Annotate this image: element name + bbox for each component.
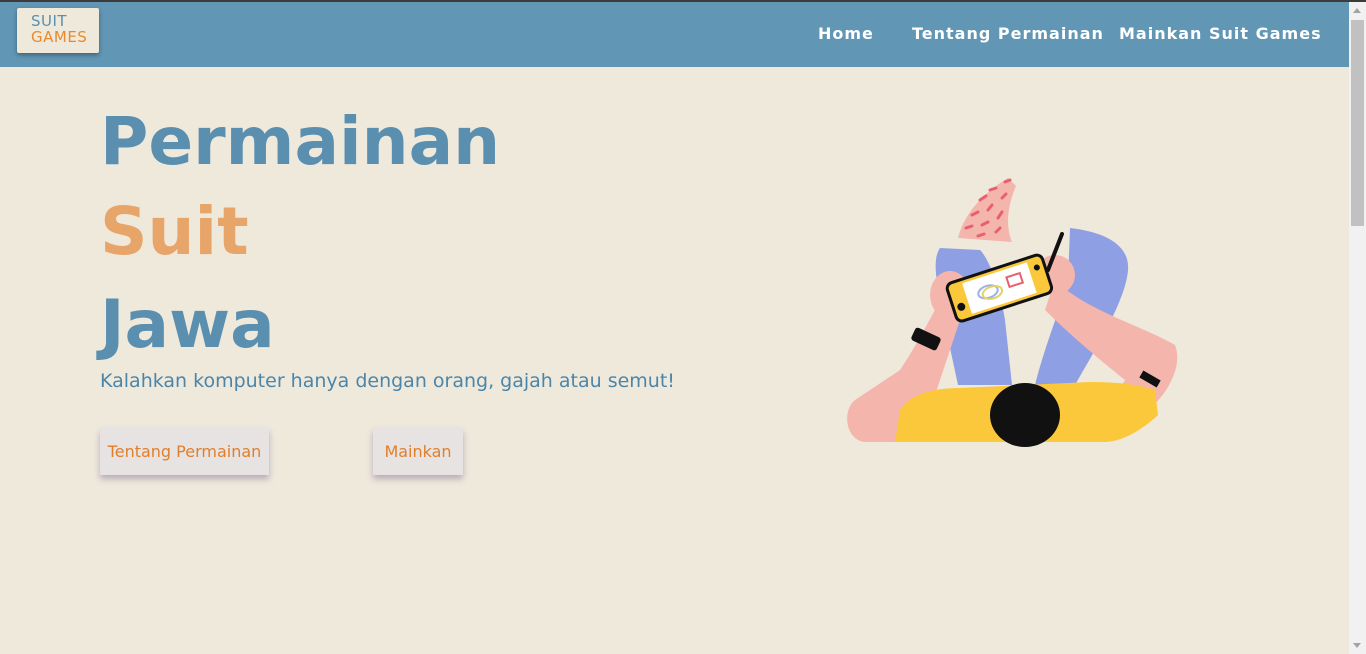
- about-game-button[interactable]: Tentang Permainan: [100, 428, 269, 475]
- scroll-up-arrow-icon[interactable]: [1353, 8, 1361, 13]
- scroll-down-arrow-icon[interactable]: [1353, 643, 1361, 648]
- nav-link-tentang-permainan[interactable]: Tentang Permainan: [912, 24, 1104, 43]
- nav-link-mainkan-suit-games[interactable]: Mainkan Suit Games: [1119, 24, 1322, 43]
- person-playing-game-illustration: [847, 178, 1178, 447]
- navbar: SUIT GAMES Home Tentang Permainan Mainka…: [0, 2, 1349, 67]
- hero-subtitle: Kalahkan komputer hanya dengan orang, ga…: [100, 370, 675, 392]
- play-button[interactable]: Mainkan: [373, 428, 463, 475]
- hero-title-line-1: Permainan: [100, 103, 501, 180]
- nav-link-home[interactable]: Home: [818, 24, 874, 43]
- site-logo[interactable]: SUIT GAMES: [17, 8, 99, 53]
- logo-text-games: GAMES: [31, 28, 88, 46]
- logo-text-suit: SUIT: [31, 12, 68, 30]
- scrollbar-thumb[interactable]: [1351, 20, 1364, 226]
- vertical-scrollbar[interactable]: [1349, 2, 1366, 654]
- hero-title-line-2: Suit: [100, 193, 249, 270]
- hero-title-line-3: Jawa: [100, 286, 275, 363]
